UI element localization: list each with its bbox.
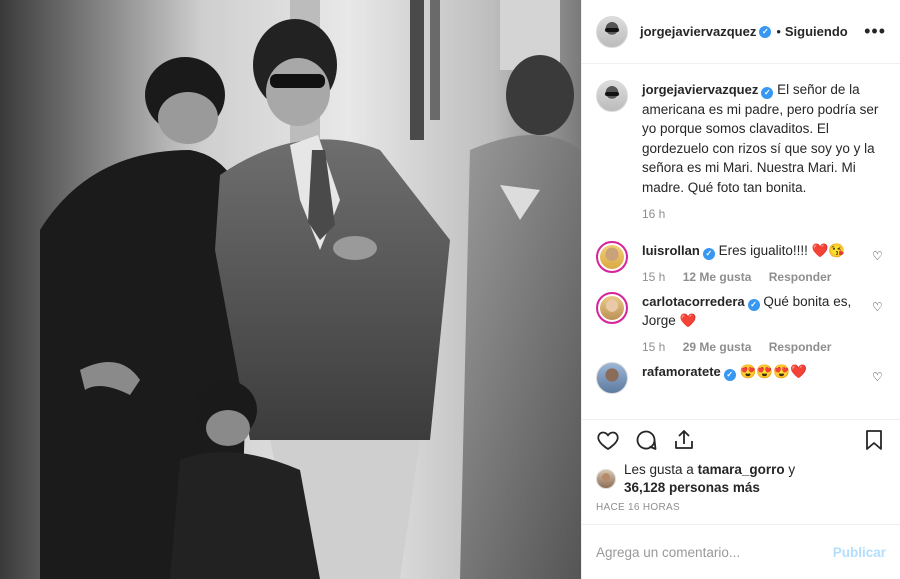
post-side-panel: jorgejaviervazquez ✓ • Siguiendo ••• jor…: [581, 0, 900, 579]
caption-time[interactable]: 16 h: [642, 207, 665, 221]
header-separator: •: [776, 24, 781, 39]
reply-button[interactable]: Responder: [769, 270, 832, 284]
comment-time[interactable]: 15 h: [642, 340, 665, 354]
comment-time[interactable]: 15 h: [642, 270, 665, 284]
comment-icon[interactable]: [634, 428, 658, 452]
verified-badge-icon: ✓: [702, 248, 715, 260]
share-icon[interactable]: [672, 428, 696, 452]
verified-badge-icon: ✓: [747, 299, 760, 311]
verified-badge-icon: ✓: [759, 25, 772, 38]
post-photo-image: [0, 0, 581, 579]
caption-avatar[interactable]: [596, 80, 628, 112]
commenter-username[interactable]: luisrollan: [642, 243, 700, 258]
likes-connector: y: [788, 462, 796, 477]
likes-summary: Les gusta a tamara_gorro y 36,128 person…: [582, 460, 900, 498]
post-photo[interactable]: [0, 0, 581, 579]
likes-prefix: Les gusta a: [624, 462, 694, 477]
caption-text: El señor de la americana es mi padre, pe…: [642, 82, 879, 195]
action-bar: [582, 420, 900, 460]
commenter-avatar[interactable]: [596, 292, 628, 324]
more-icon[interactable]: •••: [864, 21, 886, 42]
instagram-post: jorgejaviervazquez ✓ • Siguiendo ••• jor…: [0, 0, 900, 579]
publish-button[interactable]: Publicar: [833, 545, 886, 560]
following-button[interactable]: Siguiendo: [785, 24, 848, 39]
comment-text: 😍😍😍❤️: [739, 364, 807, 379]
likes-count[interactable]: 36,128 personas más: [624, 480, 760, 495]
liker-username[interactable]: tamara_gorro: [698, 462, 785, 477]
verified-badge-icon: ✓: [723, 369, 736, 381]
add-comment-bar: Publicar: [582, 525, 900, 579]
comment-like-icon[interactable]: ♡: [872, 370, 886, 384]
comment-likes[interactable]: 29 Me gusta: [683, 340, 752, 354]
heart-icon[interactable]: [596, 428, 620, 452]
caption-username[interactable]: jorgejaviervazquez: [642, 82, 758, 97]
caption: jorgejaviervazquez ✓ El señor de la ameri…: [596, 80, 886, 221]
commenter-username[interactable]: carlotacorredera: [642, 294, 745, 309]
reply-button[interactable]: Responder: [769, 340, 832, 354]
comments-list[interactable]: jorgejaviervazquez ✓ El señor de la ameri…: [582, 64, 900, 420]
author-avatar[interactable]: [596, 15, 628, 48]
commenter-username[interactable]: rafamoratete: [642, 364, 721, 379]
comment-likes[interactable]: 12 Me gusta: [683, 270, 752, 284]
comment-input[interactable]: [596, 544, 833, 560]
author-username[interactable]: jorgejaviervazquez: [640, 24, 756, 39]
comment-item: carlotacorredera ✓ Qué bonita es, Jorge ❤…: [596, 292, 886, 354]
comment-text: Eres igualito!!!! ❤️😘: [718, 243, 846, 258]
comment-like-icon[interactable]: ♡: [872, 249, 886, 263]
commenter-avatar[interactable]: [596, 362, 628, 394]
comment-like-icon[interactable]: ♡: [872, 300, 886, 314]
post-timestamp[interactable]: HACE 16 HORAS: [582, 501, 900, 525]
bookmark-icon[interactable]: [862, 428, 886, 452]
comment-item: rafamoratete ✓ 😍😍😍❤️ ♡: [596, 362, 886, 394]
comment-item: luisrollan ✓ Eres igualito!!!! ❤️😘 15 h 1…: [596, 241, 886, 284]
post-header: jorgejaviervazquez ✓ • Siguiendo •••: [582, 0, 900, 64]
verified-badge-icon: ✓: [761, 87, 774, 99]
liker-avatar[interactable]: [596, 469, 616, 489]
commenter-avatar[interactable]: [596, 241, 628, 273]
